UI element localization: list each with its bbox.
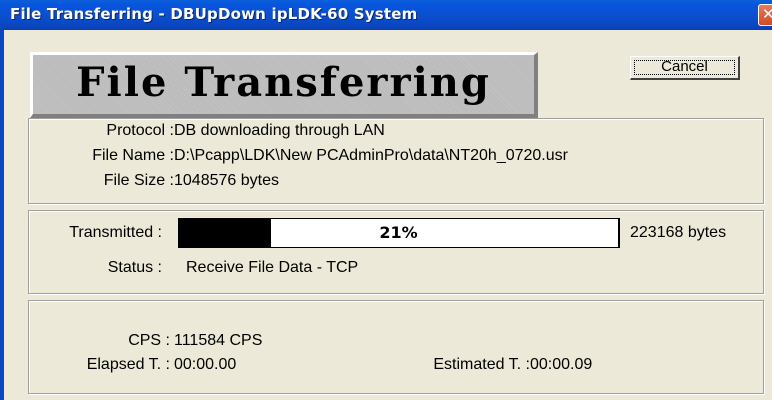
protocol-label: Protocol : [106,122,174,139]
filesize-label: File Size : [103,172,174,189]
transfer-progress-bar: 21% [178,218,620,248]
filename-value: D:\Pcapp\LDK\New PCAdminPro\data\NT20h_0… [174,147,568,164]
status-value: Receive File Data - TCP [186,259,359,276]
cancel-button-label: Cancel [661,58,708,75]
protocol-value: DB downloading through LAN [174,122,385,139]
progress-percent-text: 21% [379,223,418,242]
transmitted-label: Transmitted : [69,224,162,241]
transfer-banner: File Transferring [30,52,538,118]
close-button[interactable]: ✕ [758,4,772,26]
cps-label: CPS : [128,332,170,349]
cps-value: 111584 CPS [174,332,263,349]
status-label: Status : [107,259,162,276]
window-content: File Transferring Cancel Protocol : DB d… [4,30,772,400]
close-icon: ✕ [762,5,772,23]
estimated-label: Estimated T. : [433,356,530,373]
cancel-button[interactable]: Cancel [630,56,740,80]
filename-label: File Name : [92,147,174,164]
title-bar[interactable]: File Transferring - DBUpDown ipLDK-60 Sy… [0,0,772,31]
window-title: File Transferring - DBUpDown ipLDK-60 Sy… [10,5,418,23]
elapsed-label: Elapsed T. : [86,356,170,373]
elapsed-value: 00:00.00 [174,356,237,373]
banner-title: File Transferring [76,59,491,106]
estimated-value: 00:00.09 [530,356,593,373]
file-transfer-window: File Transferring - DBUpDown ipLDK-60 Sy… [0,0,772,400]
transmitted-bytes: 223168 bytes [630,224,727,241]
filesize-value: 1048576 bytes [174,172,279,189]
